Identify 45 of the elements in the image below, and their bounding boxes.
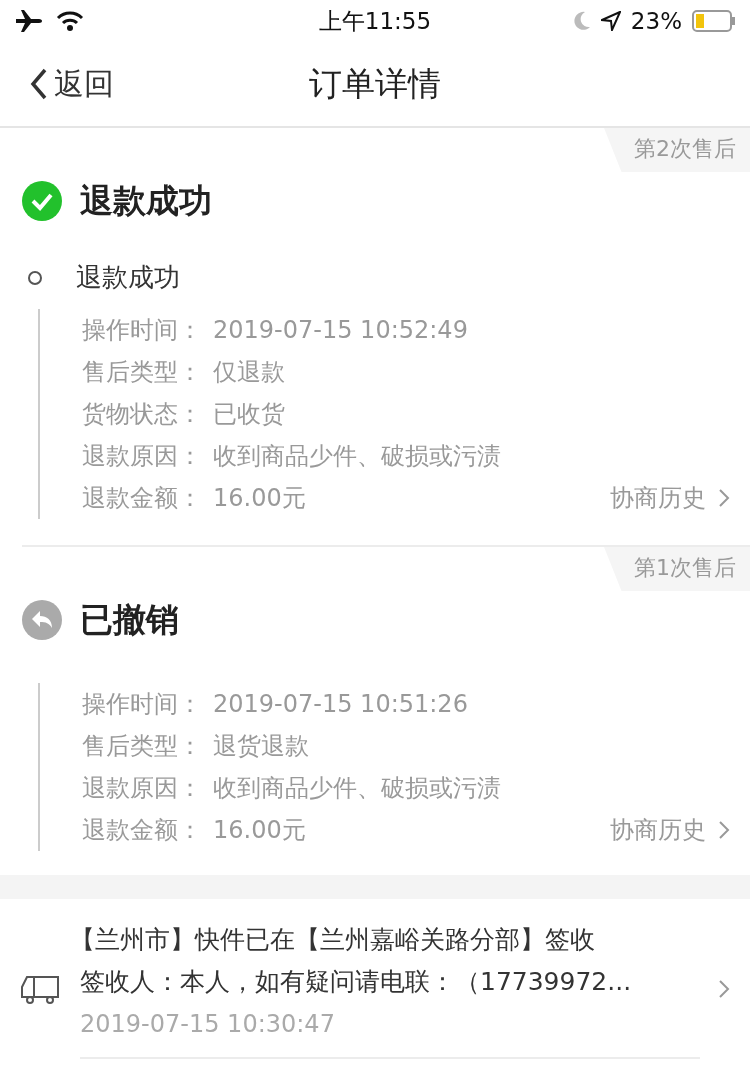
truck-icon	[20, 973, 62, 1005]
chevron-right-icon	[718, 488, 730, 508]
battery-percent: 23%	[630, 8, 682, 34]
status-time: 上午11:55	[318, 6, 432, 36]
refund-status-title: 已撤销	[80, 598, 179, 641]
chevron-left-icon	[30, 68, 48, 100]
field-value: 收到商品少件、破损或污渍	[213, 773, 502, 804]
field-value: 仅退款	[213, 357, 286, 388]
timeline-step-title: 退款成功	[76, 261, 180, 294]
field-label: 退款原因：	[82, 773, 203, 804]
battery-icon	[692, 10, 736, 32]
delivery-time: 2019-07-15 10:30:47	[80, 1009, 336, 1040]
field-label: 货物状态：	[82, 399, 203, 430]
page-title: 订单详情	[309, 62, 441, 105]
field-label: 售后类型：	[82, 357, 203, 388]
wifi-icon	[56, 10, 84, 32]
negotiation-history-link[interactable]: 协商历史	[610, 814, 730, 846]
back-button[interactable]: 返回	[30, 63, 114, 105]
after-sale-count-tag: 第1次售后	[604, 547, 750, 591]
refund-status-title: 退款成功	[80, 179, 212, 222]
field-label: 退款原因：	[82, 441, 203, 472]
chevron-right-icon	[718, 820, 730, 840]
timeline-dot-icon	[28, 270, 42, 285]
field-value: 16.00元	[213, 483, 307, 514]
field-label: 售后类型：	[82, 731, 203, 762]
delivery-message: 【兰州市】快件已在【兰州嘉峪关路分部】签收	[70, 924, 596, 956]
location-arrow-icon	[600, 11, 621, 31]
field-value: 2019-07-15 10:52:49	[213, 315, 469, 346]
field-value: 2019-07-15 10:51:26	[213, 689, 469, 720]
field-value: 退货退款	[213, 731, 310, 762]
field-value: 收到商品少件、破损或污渍	[213, 441, 502, 472]
field-label: 操作时间：	[82, 315, 203, 346]
field-value: 16.00元	[213, 815, 307, 846]
undo-circle-icon	[22, 600, 62, 640]
after-sale-count-tag: 第2次售后	[604, 128, 750, 172]
moon-icon	[572, 11, 591, 31]
delivery-receiver: 签收人：本人，如有疑问请电联：（17739972...	[80, 966, 633, 998]
field-value: 已收货	[213, 399, 286, 430]
airplane-icon	[14, 9, 42, 33]
field-label: 退款金额：	[82, 815, 203, 846]
negotiation-history-link[interactable]: 协商历史	[610, 482, 730, 514]
check-circle-icon	[22, 181, 62, 221]
chevron-right-icon	[718, 979, 730, 999]
field-label: 操作时间：	[82, 689, 203, 720]
field-label: 退款金额：	[82, 483, 203, 514]
